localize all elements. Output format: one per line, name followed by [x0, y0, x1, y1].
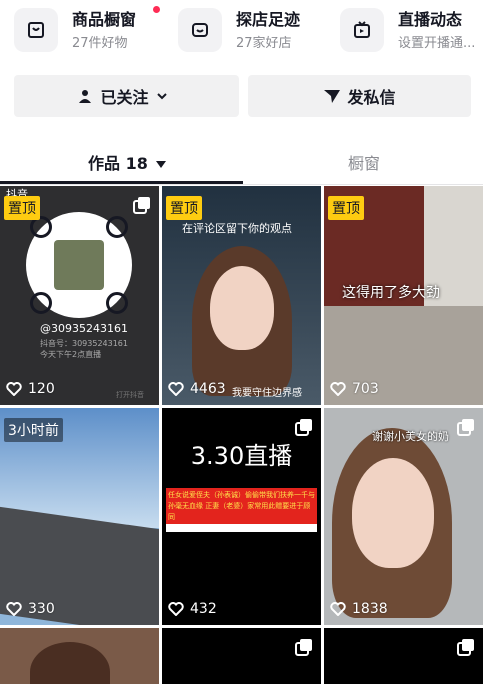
multi-image-icon: [295, 419, 312, 436]
like-count: 120: [6, 381, 55, 397]
video-card[interactable]: [324, 628, 483, 684]
like-count: 4463: [168, 381, 226, 397]
video-card[interactable]: 谢谢小美女的奶 1838: [324, 408, 483, 625]
chevron-down-icon: [156, 93, 167, 100]
video-caption: 这得用了多大劲: [342, 285, 440, 301]
time-badge: 3小时前: [4, 418, 63, 442]
feature-subtitle: 设置开播通...: [398, 36, 476, 51]
qr-account: @30935243161: [40, 322, 128, 335]
tv-icon: [340, 8, 384, 52]
follow-label: 已关注: [100, 88, 149, 107]
heart-icon: [168, 602, 184, 616]
heart-icon: [168, 382, 184, 396]
heart-icon: [6, 382, 22, 396]
heart-icon: [330, 602, 346, 616]
feature-subtitle: 27家好店: [236, 36, 292, 51]
tab-works[interactable]: 作品 18: [88, 150, 167, 174]
video-card[interactable]: 在评论区留下你的观点 我要守住边界感 置顶 4463: [162, 186, 321, 405]
feature-title: 直播动态: [398, 10, 463, 29]
qr-code: [26, 212, 132, 318]
video-card[interactable]: 3.30直播 任女说爱侄夫（孙表诚）偷偷带我们扶养一千与孙毫无血缘 正妻（老婆）…: [162, 408, 321, 625]
feature-subtitle: 27件好物: [72, 36, 128, 51]
heart-icon: [6, 602, 22, 616]
video-grid: 抖音 @30935243161 抖音号：30935243161 今天下午2点直播…: [0, 186, 483, 684]
like-count: 703: [330, 381, 379, 397]
feature-title: 探店足迹: [236, 10, 301, 29]
multi-image-icon: [457, 639, 474, 656]
video-card[interactable]: [0, 628, 159, 684]
storefront-icon: [14, 8, 58, 52]
multi-image-icon: [295, 639, 312, 656]
message-button[interactable]: 发私信: [248, 75, 471, 117]
feature-title: 商品橱窗: [72, 10, 137, 29]
send-icon: [324, 90, 341, 103]
heart-icon: [330, 382, 346, 396]
video-card[interactable]: 这得用了多大劲 置顶 703: [324, 186, 483, 405]
multi-image-icon: [457, 419, 474, 436]
shop-visit-icon: [178, 8, 222, 52]
video-card[interactable]: [162, 628, 321, 684]
caret-down-icon: [156, 161, 167, 168]
message-label: 发私信: [347, 88, 396, 107]
follow-button[interactable]: 已关注: [14, 75, 239, 117]
tab-showcase[interactable]: 橱窗: [348, 150, 380, 174]
user-check-icon: [79, 90, 92, 103]
like-count: 1838: [330, 601, 388, 617]
announcement-banner: 任女说爱侄夫（孙表诚）偷偷带我们扶养一千与孙毫无血缘 正妻（老婆）家常用此赠要进…: [166, 488, 317, 526]
open-app-hint: 打开抖音: [116, 391, 144, 399]
active-tab-indicator: [0, 181, 243, 184]
pinned-badge: 置顶: [328, 196, 364, 220]
notification-dot: [153, 6, 160, 13]
tab-bar: 作品 18 橱窗: [0, 140, 483, 185]
feature-row: 商品橱窗 27件好物 探店足迹 27家好店 直播动态 设置开播通...: [0, 0, 483, 64]
tab-works-label: 作品 18: [88, 154, 148, 173]
like-count: 330: [6, 601, 55, 617]
qr-line1: 抖音号：30935243161: [40, 339, 128, 348]
pinned-badge: 置顶: [166, 196, 202, 220]
qr-line2: 今天下午2点直播: [40, 350, 102, 359]
video-caption: 谢谢小美女的奶: [372, 430, 449, 443]
pinned-badge: 置顶: [4, 196, 40, 220]
multi-image-icon: [133, 197, 150, 214]
video-card[interactable]: 抖音 @30935243161 抖音号：30935243161 今天下午2点直播…: [0, 186, 159, 405]
like-count: 432: [168, 601, 217, 617]
live-title: 3.30直播: [190, 442, 293, 470]
video-subtitle: 我要守住边界感: [232, 388, 302, 399]
video-card[interactable]: 3小时前 330: [0, 408, 159, 625]
video-caption: 在评论区留下你的观点: [182, 222, 292, 235]
